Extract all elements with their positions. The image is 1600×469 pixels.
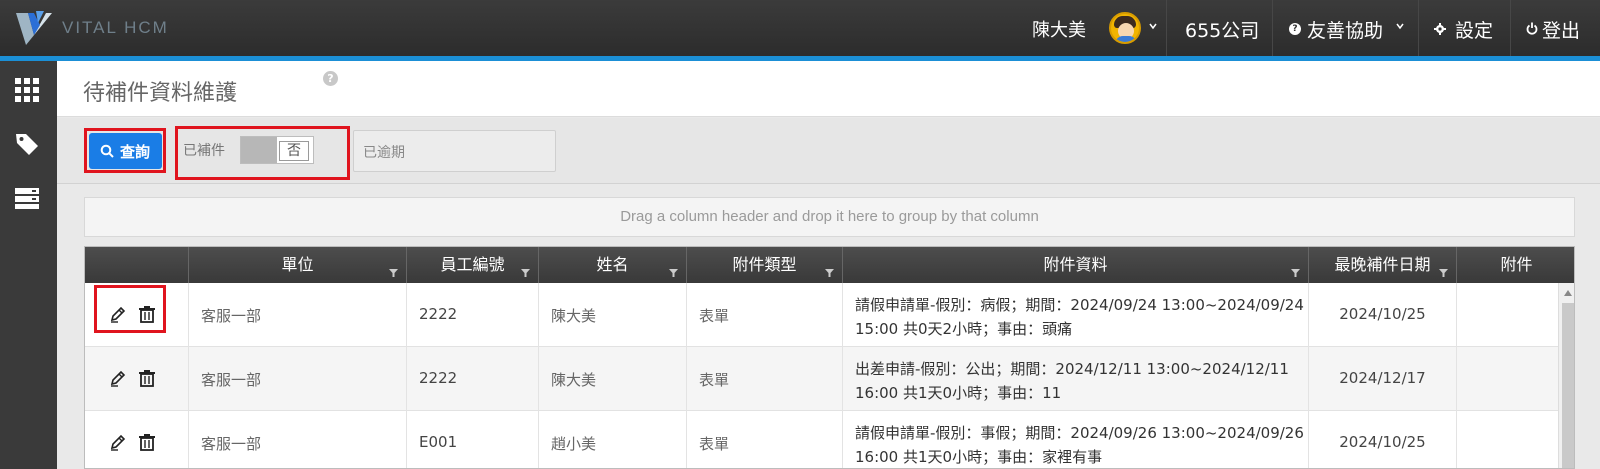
edit-icon[interactable]	[109, 369, 127, 387]
help-icon[interactable]: ?	[323, 71, 338, 86]
cell-deadline: 2024/10/25	[1309, 411, 1457, 468]
trash-icon[interactable]	[138, 369, 156, 387]
cell-type: 表單	[687, 411, 843, 468]
cell-name: 趙小美	[539, 411, 687, 468]
settings-link[interactable]: 設定	[1455, 16, 1493, 43]
page-header: 待補件資料維護 ?	[57, 61, 1600, 117]
column-header-detail[interactable]: 附件資料	[843, 247, 1309, 283]
filter-icon[interactable]	[1291, 269, 1300, 277]
column-header-dept[interactable]: 單位	[189, 247, 407, 283]
overdue-filter-label: 已逾期	[363, 145, 405, 161]
data-grid: 單位 員工編號 姓名 附件類型 附件資料 最晚補件日期 附件 客服一部 2222…	[84, 246, 1575, 469]
supplemented-toggle[interactable]: 否	[240, 136, 314, 164]
divider	[1166, 0, 1167, 56]
group-by-drop-zone[interactable]: Drag a column header and drop it here to…	[84, 197, 1575, 237]
vital-logo-icon[interactable]	[14, 9, 54, 47]
gear-icon	[1434, 23, 1446, 35]
scroll-up-icon[interactable]	[1563, 289, 1573, 297]
cell-detail: 請假申請單-假別：病假；期間：2024/09/24 13:00~2024/09/…	[843, 283, 1309, 347]
search-icon	[100, 144, 114, 158]
column-header-emp-id[interactable]: 員工編號	[407, 247, 539, 283]
tag-icon[interactable]	[14, 131, 40, 157]
cell-detail: 出差申請-假別：公出；期間：2024/12/11 13:00~2024/12/1…	[843, 347, 1309, 411]
cell-attachment	[1457, 411, 1558, 468]
edit-icon[interactable]	[109, 433, 127, 451]
column-header-attachment[interactable]: 附件	[1457, 247, 1574, 283]
cell-dept: 客服一部	[189, 411, 407, 468]
divider	[1510, 0, 1511, 56]
brand-name: VITAL HCM	[62, 18, 169, 37]
trash-icon[interactable]	[138, 433, 156, 451]
cell-dept: 客服一部	[189, 283, 407, 347]
sidebar	[0, 61, 57, 469]
company-switcher[interactable]: 655公司	[1185, 16, 1259, 43]
column-header-actions	[85, 247, 189, 283]
table-row: 客服一部 2222 陳大美 表單 出差申請-假別：公出；期間：2024/12/1…	[85, 347, 1558, 411]
vertical-scrollbar[interactable]	[1558, 283, 1574, 468]
chevron-down-icon[interactable]	[1149, 22, 1157, 30]
filter-icon[interactable]	[669, 269, 678, 277]
logout-link[interactable]: 登出	[1542, 16, 1580, 43]
top-navbar: VITAL HCM 陳大美 655公司 ? 友善協助 設定 登出	[0, 0, 1600, 61]
power-icon	[1526, 22, 1538, 35]
grid-header: 單位 員工編號 姓名 附件類型 附件資料 最晚補件日期 附件	[85, 247, 1574, 283]
apps-grid-icon[interactable]	[14, 77, 40, 103]
cell-attachment	[1457, 347, 1558, 411]
filter-icon[interactable]	[389, 269, 398, 277]
filter-icon[interactable]	[1439, 269, 1448, 277]
toggle-knob[interactable]	[241, 137, 277, 163]
cell-name: 陳大美	[539, 347, 687, 411]
help-menu[interactable]: 友善協助	[1307, 16, 1383, 43]
column-header-deadline[interactable]: 最晚補件日期	[1309, 247, 1457, 283]
cell-emp-id: 2222	[407, 283, 539, 347]
chevron-down-icon[interactable]	[1396, 22, 1404, 30]
cell-emp-id: E001	[407, 411, 539, 468]
cell-name: 陳大美	[539, 283, 687, 347]
row-actions	[85, 411, 189, 468]
cell-detail: 請假申請單-假別：事假；期間：2024/09/26 13:00~2024/09/…	[843, 411, 1309, 468]
toggle-value: 否	[279, 141, 309, 161]
table-row: 客服一部 E001 趙小美 表單 請假申請單-假別：事假；期間：2024/09/…	[85, 411, 1558, 468]
server-icon[interactable]	[14, 185, 40, 211]
table-row: 客服一部 2222 陳大美 表單 請假申請單-假別：病假；期間：2024/09/…	[85, 283, 1558, 347]
cell-type: 表單	[687, 347, 843, 411]
divider	[1272, 0, 1273, 56]
column-header-name[interactable]: 姓名	[539, 247, 687, 283]
divider	[1418, 0, 1419, 56]
filter-icon[interactable]	[521, 269, 530, 277]
cell-attachment	[1457, 283, 1558, 347]
cell-dept: 客服一部	[189, 347, 407, 411]
cell-deadline: 2024/12/17	[1309, 347, 1457, 411]
avatar[interactable]	[1109, 12, 1141, 44]
column-header-type[interactable]: 附件類型	[687, 247, 843, 283]
highlight-box	[94, 285, 166, 333]
scrollbar-thumb[interactable]	[1562, 303, 1574, 468]
cell-type: 表單	[687, 283, 843, 347]
overdue-filter[interactable]: 已逾期	[353, 130, 556, 172]
page-title: 待補件資料維護	[83, 81, 238, 106]
query-label: 查詢	[120, 144, 151, 161]
cell-emp-id: 2222	[407, 347, 539, 411]
query-button[interactable]: 查詢	[89, 133, 162, 169]
user-name[interactable]: 陳大美	[1032, 16, 1086, 42]
filter-icon[interactable]	[825, 269, 834, 277]
supplemented-filter-label: 已補件	[183, 143, 225, 159]
cell-deadline: 2024/10/25	[1309, 283, 1457, 347]
row-actions	[85, 347, 189, 411]
help-icon: ?	[1289, 23, 1301, 35]
